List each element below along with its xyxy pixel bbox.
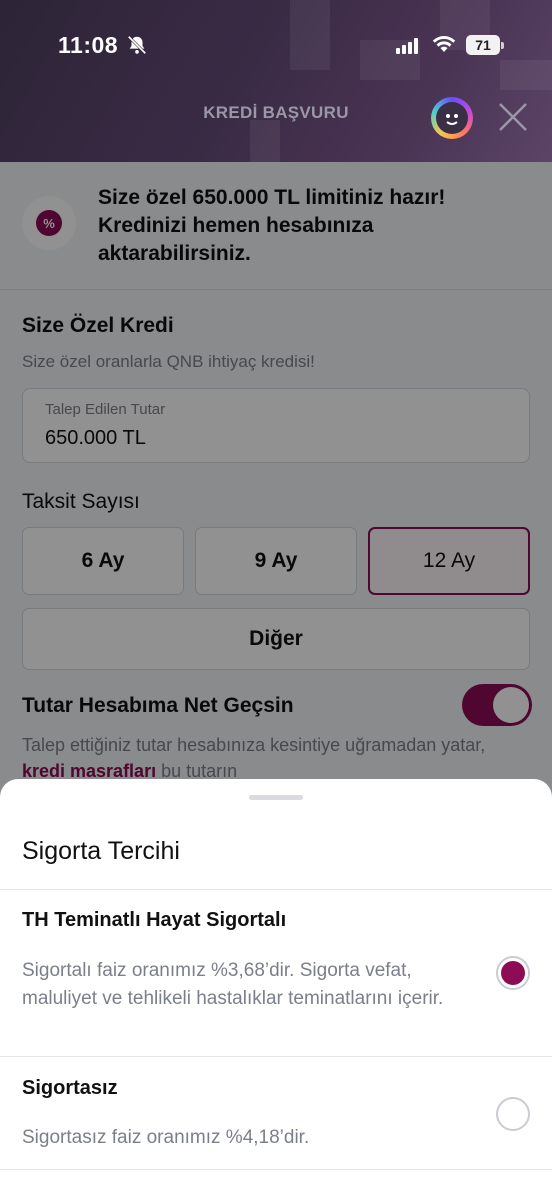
sheet-grabber[interactable]	[249, 795, 303, 800]
insurance-sheet: Sigorta Tercihi TH Teminatlı Hayat Sigor…	[0, 779, 552, 1200]
sheet-title: Sigorta Tercihi	[22, 837, 180, 865]
app-header: 11:08 71 KREDİ BAŞVURU	[0, 0, 552, 162]
divider	[0, 1169, 552, 1170]
assistant-button[interactable]	[431, 97, 473, 139]
insurance-radio-none[interactable]	[496, 1097, 530, 1131]
insurance-option-title: TH Teminatlı Hayat Sigortalı	[22, 909, 287, 931]
insurance-option-desc: Sigortalı faiz oranımız %3,68’dir. Sigor…	[22, 960, 444, 1009]
insurance-radio-life[interactable]	[496, 956, 530, 990]
status-time: 11:08	[58, 32, 119, 58]
status-bar: 11:08 71	[0, 0, 552, 90]
insurance-option-desc: Sigortasız faiz oranımız %4,18’dir.	[22, 1127, 310, 1148]
divider	[0, 1056, 552, 1057]
assistant-face-icon	[446, 114, 458, 125]
cellular-signal-icon	[396, 38, 418, 54]
close-icon[interactable]	[496, 100, 530, 134]
insurance-option-title: Sigortasız	[22, 1077, 118, 1099]
battery-level: 71	[466, 35, 500, 55]
header-decoration	[250, 120, 280, 162]
divider	[0, 889, 552, 890]
battery-icon: 71	[466, 35, 504, 55]
bell-muted-icon	[127, 35, 147, 55]
wifi-icon	[432, 36, 456, 52]
